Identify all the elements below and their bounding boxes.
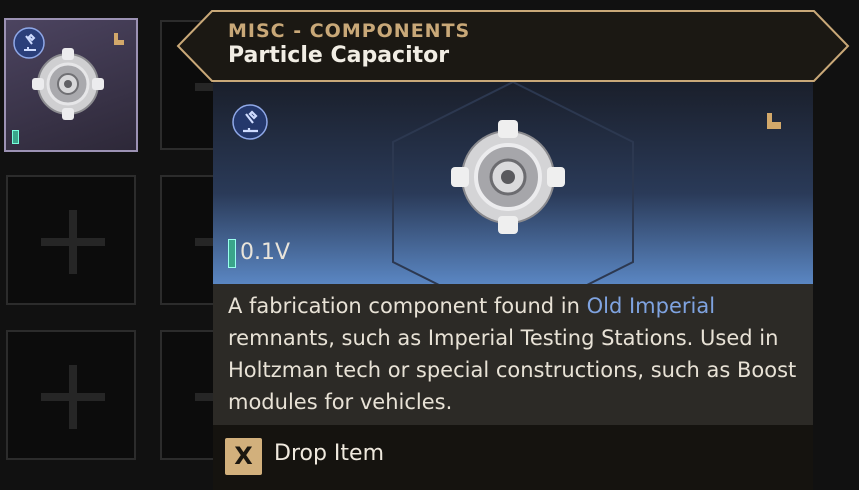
- inventory-slot-empty[interactable]: [6, 330, 136, 460]
- description-text-2: remnants, such as Imperial Testing Stati…: [228, 326, 797, 414]
- description-text-1: A fabrication component found in: [228, 294, 587, 318]
- inventory-slot-particle-capacitor[interactable]: [4, 18, 138, 152]
- tooltip-actions: X Drop Item: [213, 425, 813, 490]
- particle-capacitor-icon: [451, 120, 565, 234]
- volume-indicator: [12, 130, 19, 144]
- item-description: A fabrication component found in Old Imp…: [213, 284, 813, 425]
- microscope-icon: [232, 104, 268, 140]
- item-category: MISC - COMPONENTS: [228, 20, 471, 42]
- item-preview: 0.1V: [213, 82, 813, 284]
- item-volume: 0.1V: [240, 240, 291, 265]
- description-highlight: Old Imperial: [586, 294, 716, 318]
- boot-icon: [767, 113, 781, 129]
- volume-bar: [228, 239, 236, 268]
- drop-item-label[interactable]: Drop Item: [274, 441, 384, 466]
- drop-key-hint[interactable]: X: [225, 438, 262, 475]
- boot-icon: [114, 33, 124, 45]
- inventory-slot-empty[interactable]: [6, 175, 136, 305]
- item-title: Particle Capacitor: [228, 43, 450, 68]
- tooltip-panel: 0.1V A fabrication component found in Ol…: [213, 82, 813, 425]
- particle-capacitor-icon: [32, 48, 104, 120]
